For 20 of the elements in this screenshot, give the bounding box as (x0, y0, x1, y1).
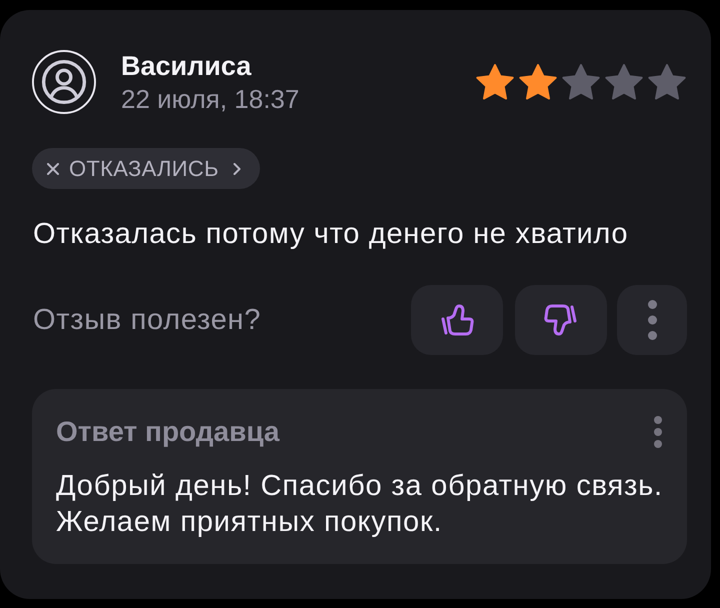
star-icon (475, 63, 515, 101)
star-icon (647, 63, 687, 101)
avatar-icon (32, 50, 96, 114)
dislike-button[interactable] (515, 285, 607, 355)
more-button[interactable] (617, 285, 687, 355)
star-icon (604, 63, 644, 101)
review-text: Отказалась потому что денего не хватило (33, 217, 630, 251)
author-name: Василиса (121, 50, 252, 83)
chevron-right-icon (232, 162, 241, 174)
reply-title: Ответ продавца (56, 416, 280, 448)
helpful-prompt: Отзыв полезен? (33, 303, 262, 337)
status-tag[interactable]: ОТКАЗАЛИСЬ (32, 148, 260, 189)
cross-icon (47, 162, 59, 174)
review-date: 22 июля, 18:37 (121, 83, 300, 115)
like-button[interactable] (411, 285, 503, 355)
star-icon (518, 63, 558, 101)
more-icon (648, 300, 656, 340)
reply-text: Добрый день! Спасибо за обратную связь. Желаем приятных покупок. (56, 469, 664, 540)
star-icon (561, 63, 601, 101)
more-icon[interactable] (654, 416, 662, 448)
